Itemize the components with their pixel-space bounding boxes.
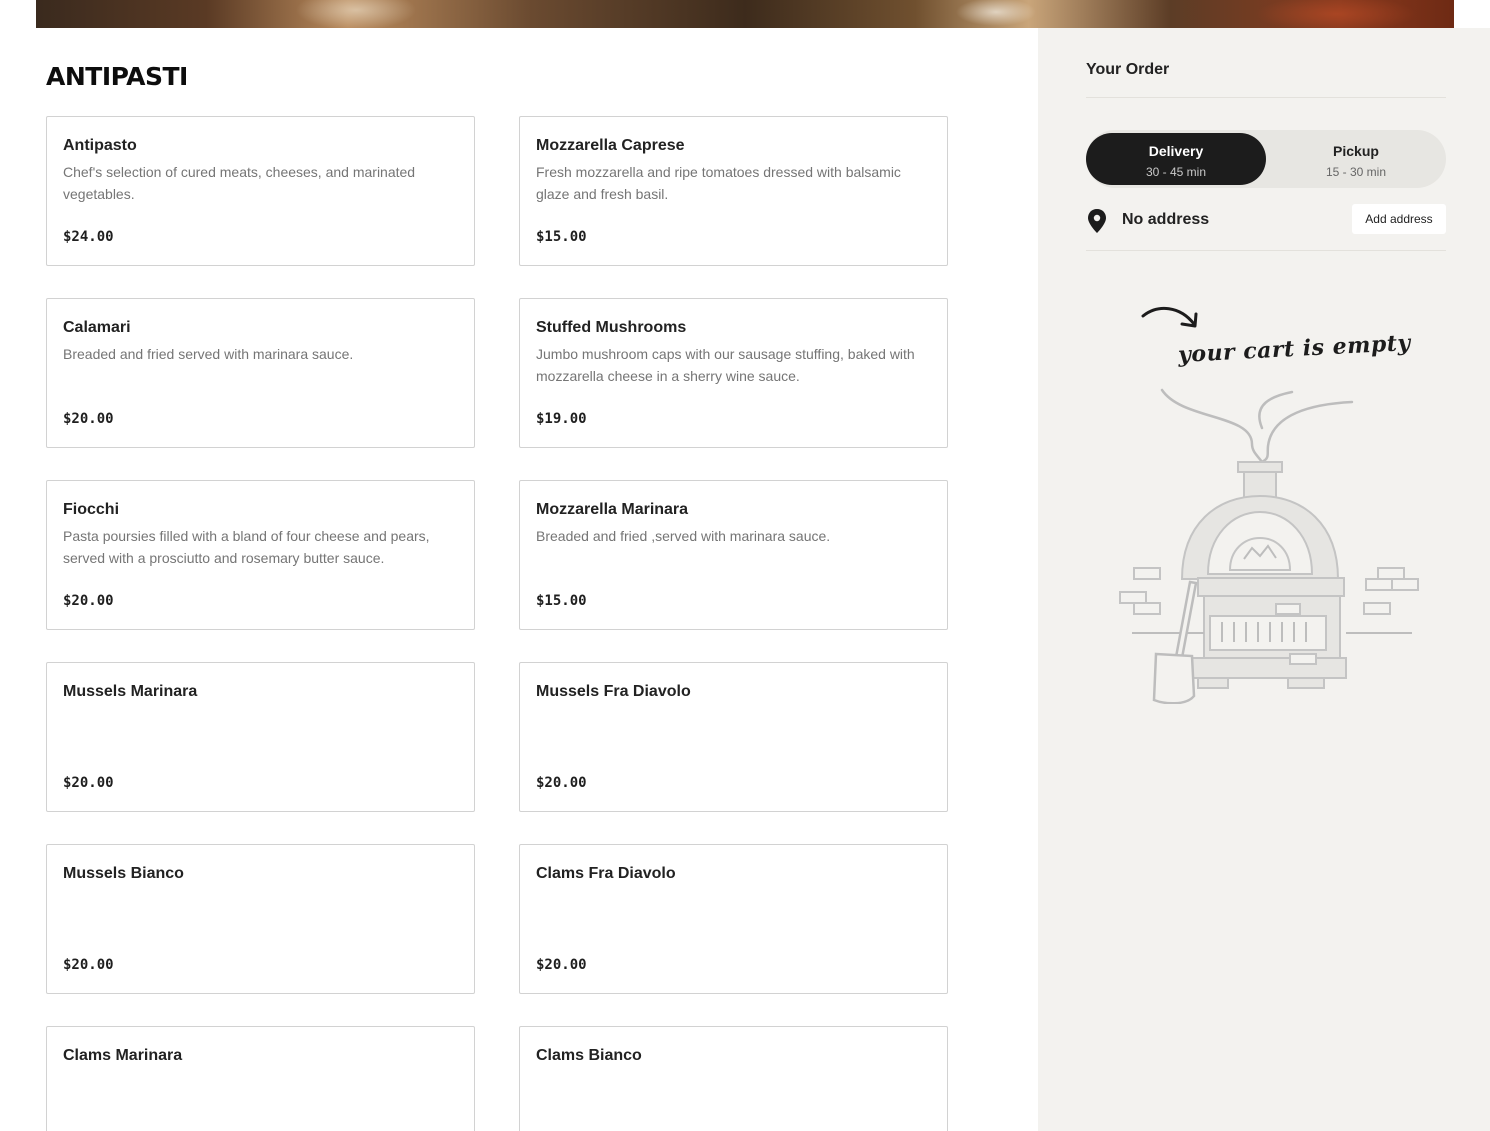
menu-item-price: $20.00 <box>536 957 587 973</box>
fulfillment-toggle: Delivery 30 - 45 min Pickup 15 - 30 min <box>1086 130 1446 188</box>
menu-item-name: Mozzarella Caprese <box>536 137 685 154</box>
menu-item-card[interactable]: Mozzarella Marinara Breaded and fried ,se… <box>519 480 948 630</box>
menu-item-price: $19.00 <box>536 411 587 427</box>
menu-item-description <box>536 889 931 933</box>
order-sidebar: Your Order Delivery 30 - 45 min Pickup 1… <box>1038 28 1490 1131</box>
menu-item-description <box>536 1071 931 1115</box>
empty-cart-text: your cart is empty <box>1177 329 1412 369</box>
menu-item-price: $15.00 <box>536 229 587 245</box>
menu-item-description: Fresh mozzarella and ripe tomatoes dress… <box>536 164 901 202</box>
menu-item-name: Mussels Marinara <box>63 683 198 700</box>
delivery-time: 30 - 45 min <box>1145 165 1207 179</box>
menu-item-name: Mozzarella Marinara <box>536 501 689 518</box>
menu-item-price: $20.00 <box>63 957 114 973</box>
menu-item-name: Clams Fra Diavolo <box>536 865 676 882</box>
arrow-icon <box>1141 306 1198 328</box>
pizza-oven-illustration <box>1119 388 1419 704</box>
menu-item-name: Antipasto <box>63 137 137 154</box>
menu-item-description <box>63 889 458 933</box>
menu-item-card[interactable]: Clams Bianco <box>519 1026 948 1131</box>
pickup-label: Pickup <box>1333 143 1379 159</box>
menu-item-description: Pasta poursies filled with a bland of fo… <box>63 528 430 566</box>
menu-item-card[interactable]: Mozzarella Caprese Fresh mozzarella and r… <box>519 116 948 266</box>
menu-item-card[interactable]: Fiocchi Pasta poursies filled with a blan… <box>46 480 475 630</box>
menu-item-card[interactable]: Calamari Breaded and fried served with ma… <box>46 298 475 448</box>
menu-item-description <box>63 1071 458 1115</box>
menu-item-description: Chef's selection of cured meats, cheeses… <box>63 164 416 202</box>
menu-item-card[interactable]: Antipasto Chef's selection of cured meats… <box>46 116 475 266</box>
menu-item-price: $24.00 <box>63 229 114 245</box>
menu-item-name: Mussels Fra Diavolo <box>536 683 691 700</box>
menu-item-name: Mussels Bianco <box>63 865 184 882</box>
pickup-option[interactable]: Pickup 15 - 30 min <box>1266 133 1446 185</box>
menu-item-card[interactable]: Clams Fra Diavolo $20.00 <box>519 844 948 994</box>
menu-item-description: Jumbo mushroom caps with our sausage stu… <box>536 346 915 384</box>
section-title: ANTIPASTI <box>46 62 188 91</box>
menu-item-name: Clams Bianco <box>536 1047 642 1064</box>
divider <box>1086 97 1446 98</box>
menu-item-price: $15.00 <box>536 593 587 609</box>
divider <box>1086 250 1446 251</box>
empty-cart: your cart is empty <box>1112 296 1422 716</box>
menu-item-card[interactable]: Mussels Marinara $20.00 <box>46 662 475 812</box>
menu-item-card[interactable]: Stuffed Mushrooms Jumbo mushroom caps wit… <box>519 298 948 448</box>
menu-item-price: $20.00 <box>63 593 114 609</box>
menu-item-description: Breaded and fried served with marinara s… <box>63 346 354 362</box>
menu-item-name: Clams Marinara <box>63 1047 183 1064</box>
delivery-label: Delivery <box>1148 143 1204 159</box>
menu-item-card[interactable]: Clams Marinara <box>46 1026 475 1131</box>
map-pin-icon <box>1088 209 1106 233</box>
pickup-time: 15 - 30 min <box>1325 165 1387 179</box>
menu-item-description: Breaded and fried ,served with marinara … <box>536 528 831 544</box>
hero-banner-image <box>36 0 1454 28</box>
menu-item-name: Fiocchi <box>63 501 120 518</box>
menu-item-description <box>536 707 931 751</box>
address-text: No address <box>1122 211 1210 228</box>
menu-item-name: Calamari <box>63 319 131 336</box>
menu-item-name: Stuffed Mushrooms <box>536 319 687 336</box>
address-row: No address Add address <box>1086 204 1446 238</box>
add-address-button[interactable]: Add address <box>1352 204 1446 234</box>
menu-item-price: $20.00 <box>63 775 114 791</box>
menu-item-card[interactable]: Mussels Fra Diavolo $20.00 <box>519 662 948 812</box>
menu-item-card[interactable]: Mussels Bianco $20.00 <box>46 844 475 994</box>
menu-item-description <box>63 707 458 751</box>
menu-item-price: $20.00 <box>63 411 114 427</box>
order-title: Your Order <box>1086 61 1170 78</box>
menu-item-price: $20.00 <box>536 775 587 791</box>
delivery-option[interactable]: Delivery 30 - 45 min <box>1086 133 1266 185</box>
